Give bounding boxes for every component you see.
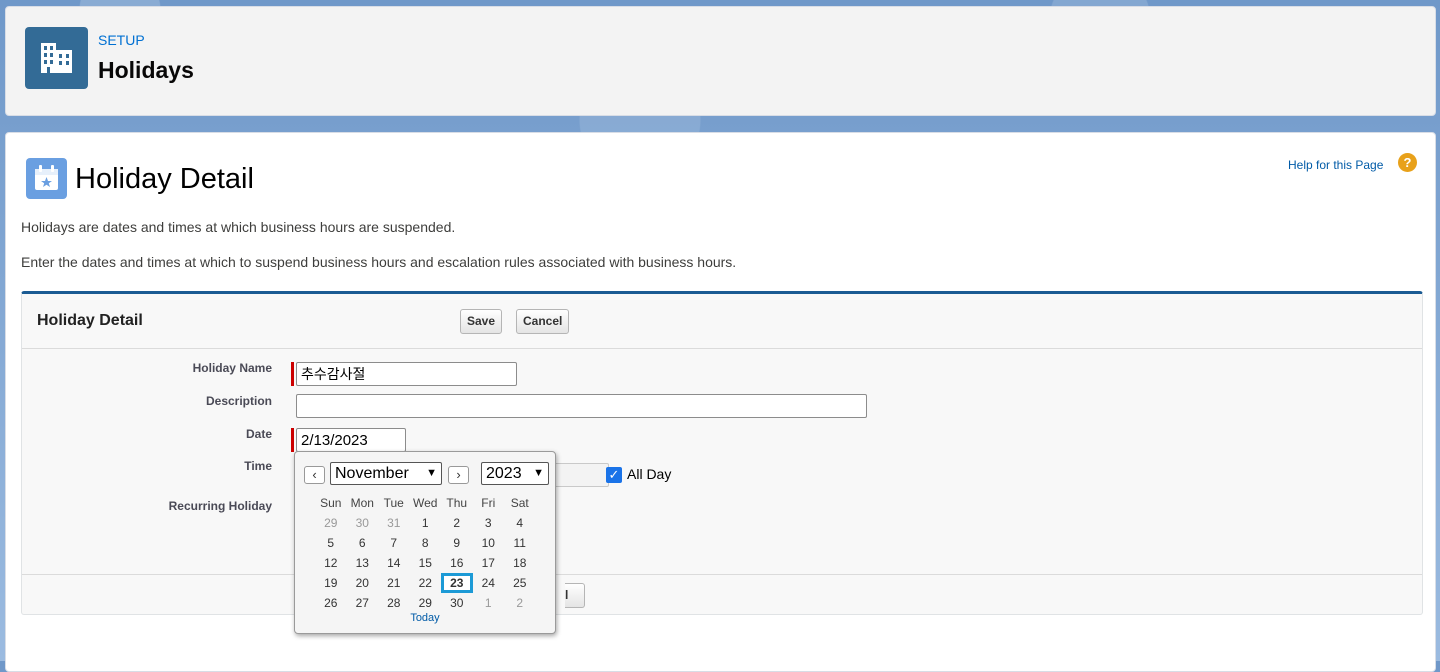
weekday-header: Mon: [350, 496, 374, 510]
detail-title: Holiday Detail: [37, 312, 143, 329]
calendar-day[interactable]: 15: [410, 553, 442, 573]
breadcrumb-setup[interactable]: SETUP: [98, 32, 145, 48]
calendar-day[interactable]: 25: [504, 573, 536, 593]
month-select[interactable]: November ▼: [330, 462, 442, 485]
calendar-day[interactable]: 12: [315, 553, 347, 573]
required-indicator: [291, 428, 294, 452]
calendar-day[interactable]: 30: [347, 513, 379, 533]
calendar-day[interactable]: 1: [410, 513, 442, 533]
holiday-name-label: Holiday Name: [192, 361, 272, 375]
time-label: Time: [244, 459, 272, 473]
holiday-detail-block: Holiday Detail Save Cancel Holiday Name …: [21, 291, 1423, 615]
building-icon: [25, 27, 88, 89]
calendar-week-row: 12 13 14 15 16 17 18: [315, 553, 536, 573]
calendar-day[interactable]: 3: [473, 513, 505, 533]
calendar-day[interactable]: 20: [347, 573, 379, 593]
page-title: Holidays: [98, 57, 194, 83]
question-icon[interactable]: ?: [1398, 153, 1417, 172]
description-text-1: Holidays are dates and times at which bu…: [21, 219, 456, 235]
year-select[interactable]: 2023 ▼: [481, 462, 549, 485]
weekday-header: Tue: [383, 496, 404, 510]
calendar-day[interactable]: 2: [441, 513, 473, 533]
detail-header: Holiday Detail Save Cancel: [22, 294, 1422, 349]
weekday-header: Thu: [446, 496, 468, 510]
calendar-day[interactable]: 29: [315, 513, 347, 533]
footer-cancel-button[interactable]: l: [565, 583, 585, 608]
chevron-down-icon: ▼: [426, 467, 437, 479]
calendar-week-row: 19 20 21 22 23 24 25: [315, 573, 536, 593]
recurring-holiday-label: Recurring Holiday: [168, 499, 272, 513]
calendar-day[interactable]: 26: [315, 593, 347, 613]
calendar-grid: Sun Mon Tue Wed Thu Fri Sat 29 30 31 1 2…: [315, 493, 536, 613]
section-title: Holiday Detail: [75, 163, 254, 195]
calendar-day[interactable]: 17: [473, 553, 505, 573]
calendar-day[interactable]: 18: [504, 553, 536, 573]
date-picker: ‹ November ▼ › 2023 ▼ Sun Mon Tue Wed Th…: [294, 451, 556, 634]
all-day-label: All Day: [627, 466, 672, 482]
calendar-day[interactable]: 30: [441, 593, 473, 613]
calendar-day[interactable]: 9: [441, 533, 473, 553]
holiday-name-input[interactable]: [296, 362, 517, 386]
calendar-day[interactable]: 19: [315, 573, 347, 593]
weekday-header: Fri: [481, 496, 496, 510]
calendar-day[interactable]: 14: [378, 553, 410, 573]
year-select-value: 2023: [486, 465, 522, 482]
calendar-day[interactable]: 7: [378, 533, 410, 553]
help-link[interactable]: Help for this Page: [1288, 158, 1383, 172]
time-input[interactable]: [553, 463, 609, 487]
calendar-day[interactable]: 31: [378, 513, 410, 533]
calendar-day[interactable]: 16: [441, 553, 473, 573]
calendar-day[interactable]: 28: [378, 593, 410, 613]
weekday-header: Sat: [510, 496, 529, 510]
save-button[interactable]: Save: [460, 309, 503, 334]
required-indicator: [291, 362, 294, 386]
calendar-day[interactable]: 1: [473, 593, 505, 613]
calendar-day[interactable]: 13: [347, 553, 379, 573]
description-label: Description: [205, 394, 272, 408]
detail-footer-divider: [22, 574, 1422, 575]
calendar-week-row: 29 30 31 1 2 3 4: [315, 513, 536, 533]
chevron-down-icon: ▼: [533, 467, 544, 479]
description-text-2: Enter the dates and times at which to su…: [21, 254, 737, 270]
main-content: Holiday Detail Help for this Page ? Holi…: [5, 132, 1436, 672]
calendar-day[interactable]: 11: [504, 533, 536, 553]
prev-month-button[interactable]: ‹: [304, 466, 325, 484]
weekday-header-row: Sun Mon Tue Wed Thu Fri Sat: [315, 493, 536, 513]
today-link[interactable]: Today: [295, 612, 555, 624]
calendar-day-highlighted[interactable]: 23: [441, 573, 473, 593]
calendar-day[interactable]: 10: [473, 533, 505, 553]
calendar-week-row: 5 6 7 8 9 10 11: [315, 533, 536, 553]
calendar-day[interactable]: 8: [410, 533, 442, 553]
calendar-day[interactable]: 27: [347, 593, 379, 613]
calendar-day[interactable]: 5: [315, 533, 347, 553]
calendar-day[interactable]: 6: [347, 533, 379, 553]
page-header: SETUP Holidays: [5, 6, 1436, 116]
calendar-day[interactable]: 22: [410, 573, 442, 593]
calendar-day[interactable]: 29: [410, 593, 442, 613]
cancel-button[interactable]: Cancel: [516, 309, 570, 334]
calendar-day[interactable]: 4: [504, 513, 536, 533]
weekday-header: Sun: [320, 496, 342, 510]
calendar-day[interactable]: 24: [473, 573, 505, 593]
calendar-week-row: 26 27 28 29 30 1 2: [315, 593, 536, 613]
calendar-day[interactable]: 2: [504, 593, 536, 613]
calendar-day[interactable]: 21: [378, 573, 410, 593]
weekday-header: Wed: [413, 496, 438, 510]
calendar-star-icon: [26, 158, 67, 199]
date-input[interactable]: [296, 428, 406, 452]
description-input[interactable]: [296, 394, 867, 418]
next-month-button[interactable]: ›: [448, 466, 469, 484]
date-label: Date: [245, 427, 272, 441]
all-day-checkbox[interactable]: ✓: [606, 467, 622, 483]
month-select-value: November: [335, 465, 409, 482]
